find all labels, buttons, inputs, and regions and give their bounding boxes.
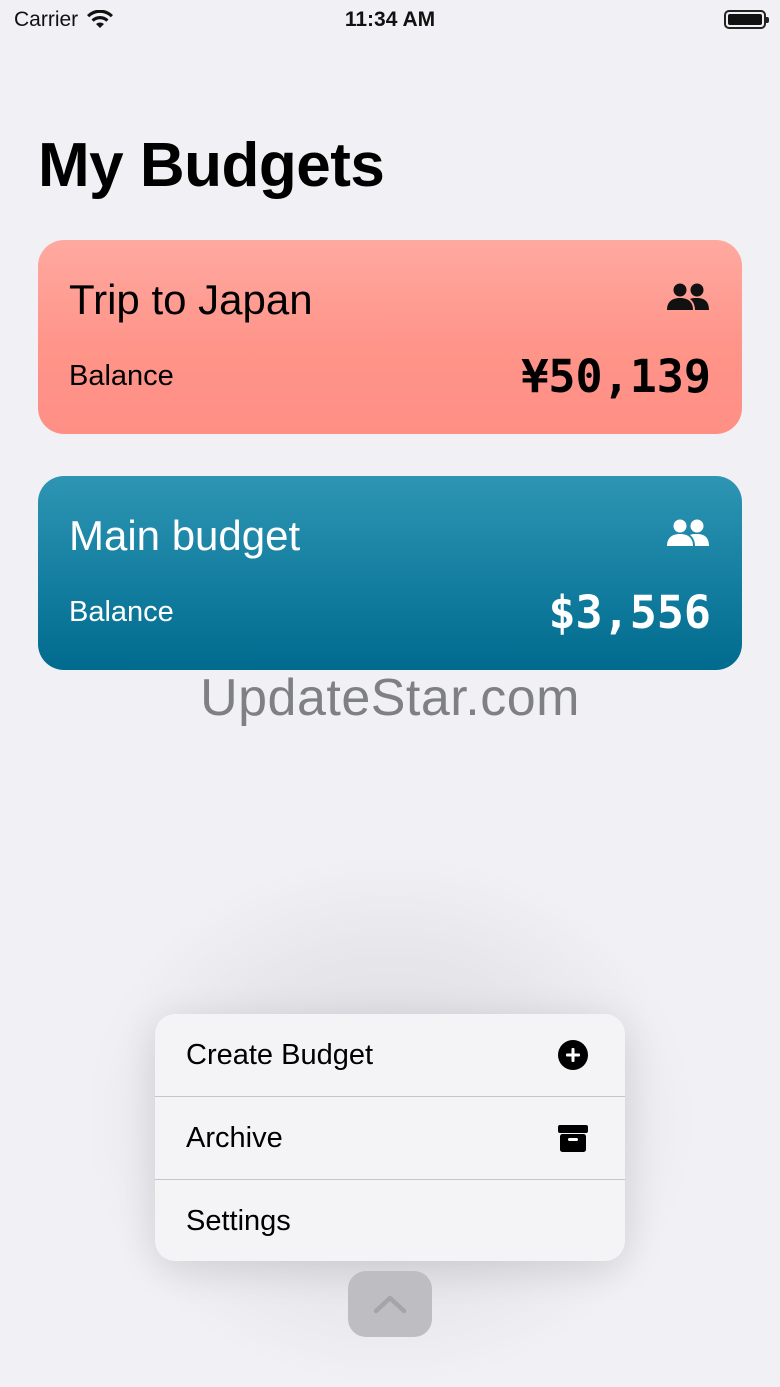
people-icon [667,519,709,546]
budget-name: Main budget [69,512,301,559]
menu-item-archive[interactable]: Archive [155,1097,625,1179]
budget-card-trip-to-japan[interactable]: Trip to Japan Balance ¥50,139 [38,240,742,434]
balance-label: Balance [69,360,174,392]
menu-item-label: Archive [186,1121,283,1154]
budget-name: Trip to Japan [69,276,313,323]
balance-value: ¥50,139 [521,350,711,403]
chevron-up-icon [373,1295,407,1314]
menu-toggle-button[interactable] [348,1271,432,1337]
balance-label: Balance [69,596,174,628]
watermark: UpdateStar.com [200,669,580,727]
people-icon [667,283,709,310]
balance-value: $3,556 [548,586,711,639]
plus-circle-icon [558,1040,588,1070]
menu-item-label: Create Budget [186,1038,374,1071]
battery-icon [724,10,769,29]
menu-item-label: Settings [186,1204,291,1237]
context-menu: Create Budget Archive Settings [155,1014,625,1261]
page-title: My Budgets [38,131,385,200]
menu-item-create-budget[interactable]: Create Budget [155,1014,625,1096]
status-time: 11:34 AM [344,8,436,31]
status-bar: Carrier 11:34 AM [0,0,780,40]
archive-box-icon [558,1125,588,1152]
menu-item-settings[interactable]: Settings [155,1180,625,1261]
budget-card-main-budget[interactable]: Main budget Balance $3,556 [38,476,742,670]
